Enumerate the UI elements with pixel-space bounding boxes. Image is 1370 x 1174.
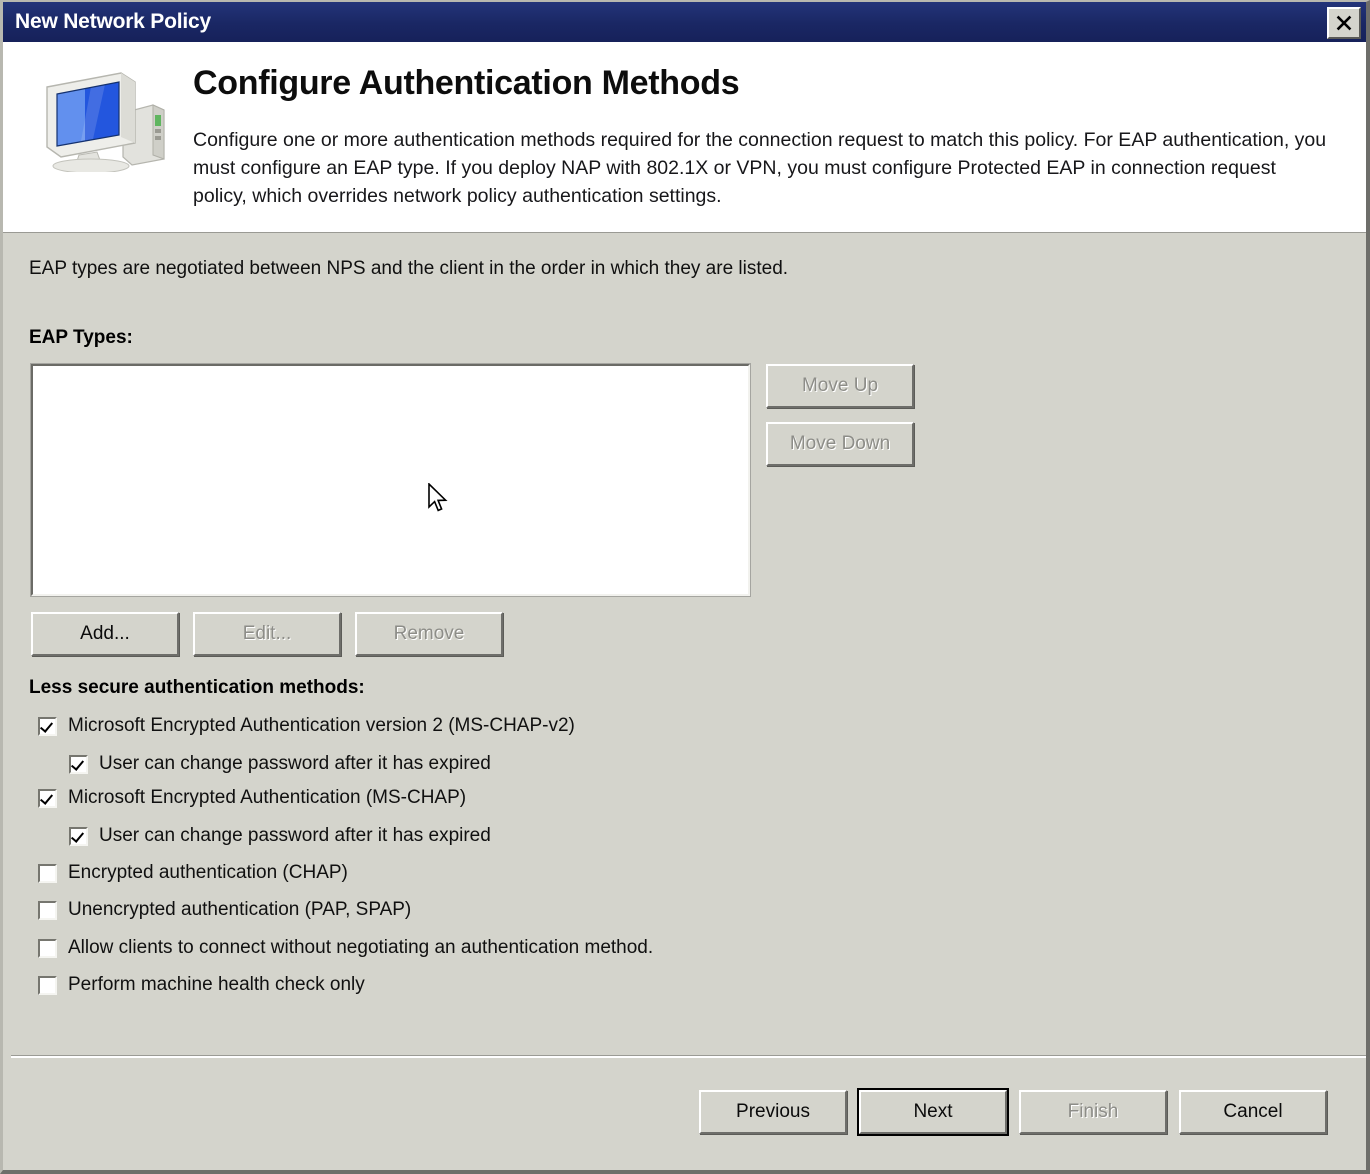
- checkbox-label: User can change password after it has ex…: [99, 825, 491, 846]
- dialog-body: EAP types are negotiated between NPS and…: [3, 234, 1366, 1060]
- checkbox-indicator[interactable]: [38, 716, 57, 736]
- checkbox-indicator[interactable]: [38, 900, 57, 920]
- checkbox-label: Perform machine health check only: [68, 974, 365, 995]
- move-down-button[interactable]: Move Down: [766, 422, 914, 466]
- previous-button[interactable]: Previous: [699, 1090, 847, 1134]
- add-button[interactable]: Add...: [31, 612, 179, 656]
- next-button[interactable]: Next: [857, 1088, 1009, 1136]
- less-secure-methods-label: Less secure authentication methods:: [29, 677, 365, 698]
- checkbox-row-ms-chap-v2[interactable]: Microsoft Encrypted Authentication versi…: [38, 715, 575, 737]
- checkbox-row-change-password[interactable]: User can change password after it has ex…: [69, 825, 491, 847]
- page-title: Configure Authentication Methods: [193, 64, 740, 102]
- checkbox-row-allow-no-auth[interactable]: Allow clients to connect without negotia…: [38, 937, 653, 959]
- new-network-policy-dialog: New Network Policy Configure Authenticat…: [0, 0, 1370, 1174]
- checkbox-row-chap[interactable]: Encrypted authentication (CHAP): [38, 862, 348, 884]
- checkbox-label: Microsoft Encrypted Authentication versi…: [68, 715, 575, 736]
- checkbox-row-machine-health-check[interactable]: Perform machine health check only: [38, 974, 365, 996]
- title-bar[interactable]: New Network Policy: [3, 2, 1366, 42]
- eap-types-label: EAP Types:: [29, 327, 133, 348]
- checkbox-label: Encrypted authentication (CHAP): [68, 862, 348, 883]
- checkbox-indicator[interactable]: [69, 754, 88, 774]
- checkbox-label: User can change password after it has ex…: [99, 753, 491, 774]
- footer-separator: [11, 1055, 1366, 1058]
- checkbox-indicator[interactable]: [38, 863, 57, 883]
- checkbox-row-change-password-v2[interactable]: User can change password after it has ex…: [69, 753, 491, 775]
- checkbox-row-pap-spap[interactable]: Unencrypted authentication (PAP, SPAP): [38, 899, 411, 921]
- remove-button[interactable]: Remove: [355, 612, 503, 656]
- close-button[interactable]: [1327, 7, 1361, 39]
- window-title: New Network Policy: [15, 10, 211, 33]
- checkbox-indicator[interactable]: [38, 788, 57, 808]
- finish-button[interactable]: Finish: [1019, 1090, 1167, 1134]
- checkbox-label: Allow clients to connect without negotia…: [68, 937, 654, 958]
- checkbox-indicator[interactable]: [38, 938, 57, 958]
- computer-monitor-icon: [31, 67, 171, 174]
- page-description: Configure one or more authentication met…: [193, 129, 1327, 207]
- checkbox-label: Microsoft Encrypted Authentication (MS-C…: [68, 787, 467, 808]
- checkbox-indicator[interactable]: [69, 826, 88, 846]
- eap-types-listbox[interactable]: [30, 363, 751, 597]
- header-banner: Configure Authentication Methods Configu…: [3, 42, 1366, 233]
- close-x-icon: [1336, 15, 1352, 31]
- checkbox-row-ms-chap[interactable]: Microsoft Encrypted Authentication (MS-C…: [38, 787, 466, 809]
- checkbox-label: Unencrypted authentication (PAP, SPAP): [68, 899, 412, 920]
- dialog-footer: Previous Next Finish Cancel: [3, 1060, 1366, 1170]
- checkbox-indicator[interactable]: [38, 975, 57, 995]
- cancel-button[interactable]: Cancel: [1179, 1090, 1327, 1134]
- intro-text: EAP types are negotiated between NPS and…: [29, 258, 789, 279]
- move-up-button[interactable]: Move Up: [766, 364, 914, 408]
- edit-button[interactable]: Edit...: [193, 612, 341, 656]
